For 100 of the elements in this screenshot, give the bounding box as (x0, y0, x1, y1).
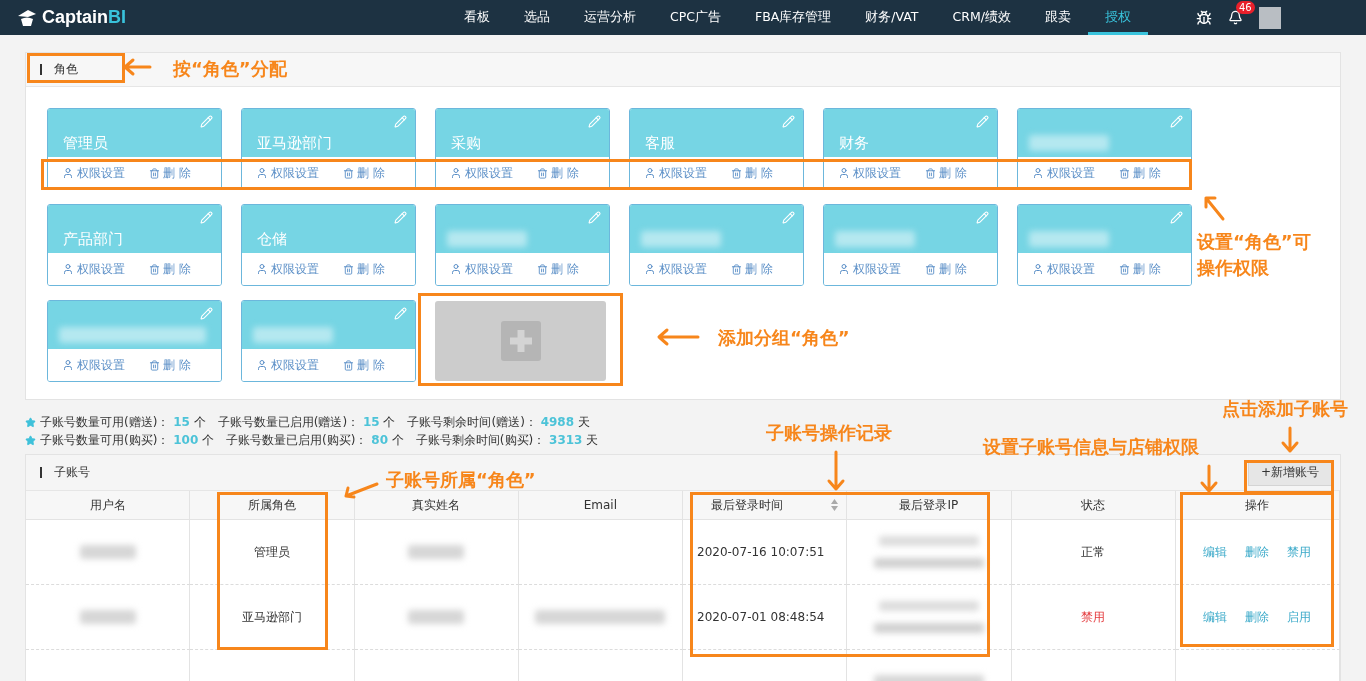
avatar[interactable] (1258, 6, 1281, 29)
nav-tab[interactable]: 运营分析 (567, 0, 653, 35)
edit-icon[interactable] (1170, 211, 1183, 224)
nav-tab[interactable]: CRM/绩效 (935, 0, 1028, 35)
role-name: 管理员 (63, 134, 108, 153)
edit-icon[interactable] (588, 115, 601, 128)
star-icon (25, 416, 36, 428)
arrow (1199, 464, 1219, 494)
column-header: 所属角色 (190, 491, 355, 520)
column-header: 真实姓名 (354, 491, 519, 520)
quota-text: 子账号剩余时间(购买)： 3313 天 (415, 431, 599, 449)
delete-link[interactable]: 删 除 (537, 260, 579, 278)
bell-icon[interactable] (1227, 10, 1243, 25)
user-icon (62, 359, 74, 371)
permission-link[interactable]: 权限设置 (256, 164, 319, 182)
delete-link[interactable]: 删 除 (343, 260, 385, 278)
permission-link[interactable]: 权限设置 (256, 260, 319, 278)
action-link[interactable]: 编辑 (1203, 608, 1228, 626)
nav-tab[interactable]: 授权 (1087, 0, 1148, 35)
permission-link[interactable]: 权限设置 (450, 164, 513, 182)
role-name: 采购 (451, 134, 481, 153)
redacted-text (408, 610, 465, 624)
delete-link[interactable]: 删 除 (731, 260, 773, 278)
delete-link[interactable]: 删 除 (149, 164, 191, 182)
nav-tab[interactable]: CPC广告 (653, 0, 738, 35)
panel-title: 角色 (40, 61, 78, 78)
role-name: 客服 (645, 134, 675, 153)
action-link[interactable]: 删除 (1245, 543, 1270, 561)
login-time: 2020-07-01 08:48:54 (697, 610, 825, 624)
edit-icon[interactable] (394, 115, 407, 128)
user-icon (62, 263, 74, 275)
edit-icon[interactable] (200, 115, 213, 128)
status-text: 正常 (1081, 543, 1106, 561)
delete-link[interactable]: 删 除 (1119, 164, 1161, 182)
nav-tab[interactable]: 选品 (507, 0, 567, 35)
delete-link[interactable]: 删 除 (149, 356, 191, 374)
permission-link[interactable]: 权限设置 (644, 260, 707, 278)
quota-text: 子账号剩余时间(赠送)： 4988 天 (407, 413, 590, 431)
role-name: 管理员 (253, 543, 290, 561)
role-name: 亚马逊部门 (241, 608, 302, 626)
edit-icon[interactable] (976, 115, 989, 128)
delete-link[interactable]: 删 除 (537, 164, 579, 182)
delete-link[interactable]: 删 除 (343, 164, 385, 182)
delete-link[interactable]: 删 除 (1119, 260, 1161, 278)
arrow (122, 58, 152, 76)
redacted-text (79, 610, 136, 624)
user-icon (644, 167, 656, 179)
delete-link[interactable]: 删 除 (731, 164, 773, 182)
delete-link[interactable]: 删 除 (925, 164, 967, 182)
sort-icon[interactable] (831, 499, 839, 511)
action-link[interactable]: 编辑 (1203, 543, 1228, 561)
permission-link[interactable]: 权限设置 (1032, 164, 1095, 182)
user-icon (838, 263, 850, 275)
permission-link[interactable]: 权限设置 (256, 356, 319, 374)
edit-icon[interactable] (200, 307, 213, 320)
edit-icon[interactable] (976, 211, 989, 224)
permission-link[interactable]: 权限设置 (1032, 260, 1095, 278)
user-icon (1032, 263, 1044, 275)
delete-link[interactable]: 删 除 (149, 260, 191, 278)
permission-link[interactable]: 权限设置 (62, 260, 125, 278)
action-link[interactable]: 删除 (1245, 608, 1270, 626)
delete-link[interactable]: 删 除 (343, 356, 385, 374)
edit-icon[interactable] (588, 211, 601, 224)
edit-icon[interactable] (394, 307, 407, 320)
trash-icon (537, 263, 548, 275)
role-name: 产品部门 (63, 230, 123, 249)
permission-link[interactable]: 权限设置 (644, 164, 707, 182)
edit-icon[interactable] (1170, 115, 1183, 128)
action-link[interactable]: 禁用 (1287, 543, 1312, 561)
role-name: 仓储 (257, 230, 287, 249)
nav-tab[interactable]: FBA库存管理 (738, 0, 849, 35)
trash-icon (925, 167, 936, 179)
permission-link[interactable]: 权限设置 (62, 164, 125, 182)
logo-icon (16, 7, 38, 28)
delete-link[interactable]: 删 除 (925, 260, 967, 278)
bug-icon[interactable] (1195, 9, 1212, 26)
arrow (1203, 195, 1225, 221)
status-text: 禁用 (1081, 608, 1106, 626)
edit-icon[interactable] (782, 211, 795, 224)
annotation-text: 添加分组“角色” (718, 326, 850, 350)
edit-icon[interactable] (200, 211, 213, 224)
add-role-button[interactable] (435, 301, 606, 381)
user-icon (450, 263, 462, 275)
annotation-text: 点击添加子账号 (1222, 397, 1348, 421)
permission-link[interactable]: 权限设置 (450, 260, 513, 278)
nav-tab[interactable]: 看板 (447, 0, 507, 35)
annotation-text: 设置“角色”可操作权限 (1197, 230, 1312, 280)
edit-icon[interactable] (782, 115, 795, 128)
edit-icon[interactable] (394, 211, 407, 224)
action-link[interactable]: 启用 (1287, 608, 1312, 626)
star-icon (25, 434, 36, 446)
notification-badge: 46 (1235, 1, 1255, 14)
nav-tab[interactable]: 跟卖 (1027, 0, 1088, 35)
nav-tab[interactable]: 财务/VAT (848, 0, 936, 35)
user-icon (256, 167, 268, 179)
permission-link[interactable]: 权限设置 (62, 356, 125, 374)
permission-link[interactable]: 权限设置 (838, 260, 901, 278)
permission-link[interactable]: 权限设置 (838, 164, 901, 182)
annotation-text: 子账号操作记录 (766, 421, 892, 445)
trash-icon (149, 359, 160, 371)
